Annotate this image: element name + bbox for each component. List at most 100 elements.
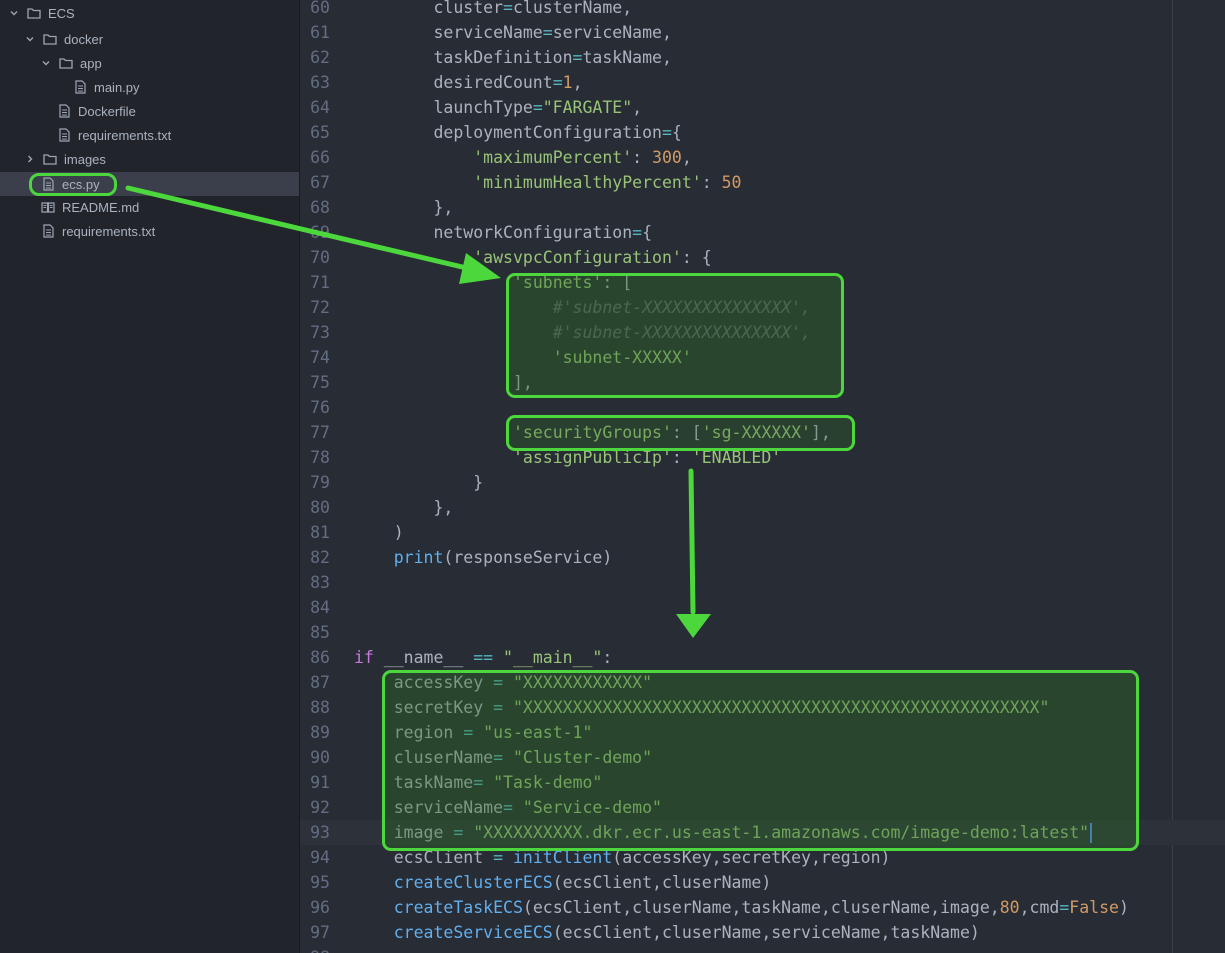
code-line[interactable]: 61 serviceName=serviceName,	[300, 20, 1225, 45]
tree-item-requirements-txt[interactable]: requirements.txt	[0, 123, 299, 147]
line-number: 94	[310, 848, 330, 867]
file-icon	[56, 103, 72, 119]
code-token: 'awsvpcConfiguration'	[473, 248, 682, 267]
code-token: 300	[652, 148, 682, 167]
code-token: taskDefinition	[354, 48, 573, 67]
tree-item-ecs[interactable]: ECS	[0, 1, 299, 25]
code-line[interactable]: 83	[300, 570, 1225, 595]
code-line[interactable]: 97 createServiceECS(ecsClient,cluserName…	[300, 920, 1225, 945]
code-token: {	[642, 223, 653, 242]
code-token: ,	[681, 148, 692, 167]
line-number: 93	[310, 823, 330, 842]
code-text: createTaskECS(ecsClient,cluserName,taskN…	[354, 895, 1129, 920]
code-text: desiredCount=1,	[354, 70, 582, 95]
code-token: =	[542, 23, 553, 42]
tree-item-docker[interactable]: docker	[0, 27, 299, 51]
code-token: print	[393, 548, 444, 567]
code-token: "__main__"	[503, 648, 603, 667]
code-token: cluster	[354, 0, 504, 17]
code-token: deploymentConfiguration	[354, 123, 662, 142]
line-number: 83	[310, 573, 330, 592]
code-line[interactable]: 66 'maximumPercent': 300,	[300, 145, 1225, 170]
line-number: 85	[310, 623, 330, 642]
line-number: 61	[310, 23, 330, 42]
chevron-down-icon[interactable]	[40, 57, 52, 69]
book-icon	[40, 199, 56, 215]
tree-item-label: README.md	[62, 199, 140, 215]
line-number: 81	[310, 523, 330, 542]
code-token: (ecsClient,cluserName)	[552, 873, 772, 892]
code-line[interactable]: 68 },	[300, 195, 1225, 220]
code-text: launchType="FARGATE",	[354, 95, 642, 120]
code-token: desiredCount	[354, 73, 553, 92]
line-number: 88	[310, 698, 330, 717]
code-text: deploymentConfiguration={	[354, 120, 681, 145]
line-number: 67	[310, 173, 330, 192]
code-line[interactable]: 62 taskDefinition=taskName,	[300, 45, 1225, 70]
chevron-right-icon[interactable]	[24, 153, 36, 165]
code-token: =	[552, 73, 563, 92]
tree-item-main-py[interactable]: main.py	[0, 75, 299, 99]
chevron-down-icon[interactable]	[24, 33, 36, 45]
line-number: 69	[310, 223, 330, 242]
code-line[interactable]: 65 deploymentConfiguration={	[300, 120, 1225, 145]
code-token: False	[1069, 898, 1119, 917]
line-number: 63	[310, 73, 330, 92]
code-token: :	[602, 648, 613, 667]
folder-icon	[26, 5, 42, 21]
code-text: 'awsvpcConfiguration': {	[354, 245, 712, 270]
code-token: (responseService)	[443, 548, 613, 567]
code-line[interactable]: 64 launchType="FARGATE",	[300, 95, 1225, 120]
code-token: =	[503, 0, 513, 17]
code-token: : {	[681, 248, 712, 267]
code-line[interactable]: 80 },	[300, 495, 1225, 520]
tree-item-app[interactable]: app	[0, 51, 299, 75]
code-line[interactable]: 98	[300, 945, 1225, 953]
code-line[interactable]: 82 print(responseService)	[300, 545, 1225, 570]
line-number: 68	[310, 198, 330, 217]
code-text: )	[354, 520, 404, 545]
file-icon	[56, 127, 72, 143]
code-line[interactable]: 69 networkConfiguration={	[300, 220, 1225, 245]
code-line[interactable]: 85	[300, 620, 1225, 645]
code-line[interactable]: 63 desiredCount=1,	[300, 70, 1225, 95]
tree-item-label: Dockerfile	[78, 103, 136, 119]
tree-item-images[interactable]: images	[0, 147, 299, 171]
code-line[interactable]: 67 'minimumHealthyPercent': 50	[300, 170, 1225, 195]
folder-icon	[58, 55, 74, 71]
file-tree-sidebar: ECS docker app main.py Dockerfile requirement…	[0, 0, 300, 953]
code-line[interactable]: 95 createClusterECS(ecsClient,cluserName…	[300, 870, 1225, 895]
code-line[interactable]: 86 if __name__ == "__main__":	[300, 645, 1225, 670]
code-text: createServiceECS(ecsClient,cluserName,se…	[354, 920, 980, 945]
security-groups-highlight-box	[506, 415, 855, 451]
code-token: clusterName,	[512, 0, 633, 17]
line-number: 74	[310, 348, 330, 367]
tree-item-requirements-txt[interactable]: requirements.txt	[0, 219, 299, 243]
chevron-down-icon[interactable]	[8, 7, 20, 19]
code-text: taskDefinition=taskName,	[354, 45, 671, 70]
code-line[interactable]: 96 createTaskECS(ecsClient,cluserName,ta…	[300, 895, 1225, 920]
code-token: },	[354, 498, 454, 517]
code-token: cmd	[1029, 898, 1060, 917]
code-text: print(responseService)	[354, 545, 613, 570]
tree-item-readme-md[interactable]: README.md	[0, 195, 299, 219]
main-variables-highlight-box	[382, 670, 1139, 851]
code-token: createServiceECS	[393, 923, 553, 942]
code-line[interactable]: 84	[300, 595, 1225, 620]
line-number: 62	[310, 48, 330, 67]
code-line[interactable]: 70 'awsvpcConfiguration': {	[300, 245, 1225, 270]
code-token: networkConfiguration	[354, 223, 633, 242]
code-line[interactable]: 60 cluster=clusterName,	[300, 0, 1225, 20]
code-token: =	[661, 123, 672, 142]
code-line[interactable]: 81 )	[300, 520, 1225, 545]
code-text: }	[354, 470, 483, 495]
tree-item-dockerfile[interactable]: Dockerfile	[0, 99, 299, 123]
code-line[interactable]: 79 }	[300, 470, 1225, 495]
code-token: :	[701, 173, 722, 192]
code-text: },	[354, 495, 453, 520]
code-token: 'maximumPercent'	[473, 148, 633, 167]
